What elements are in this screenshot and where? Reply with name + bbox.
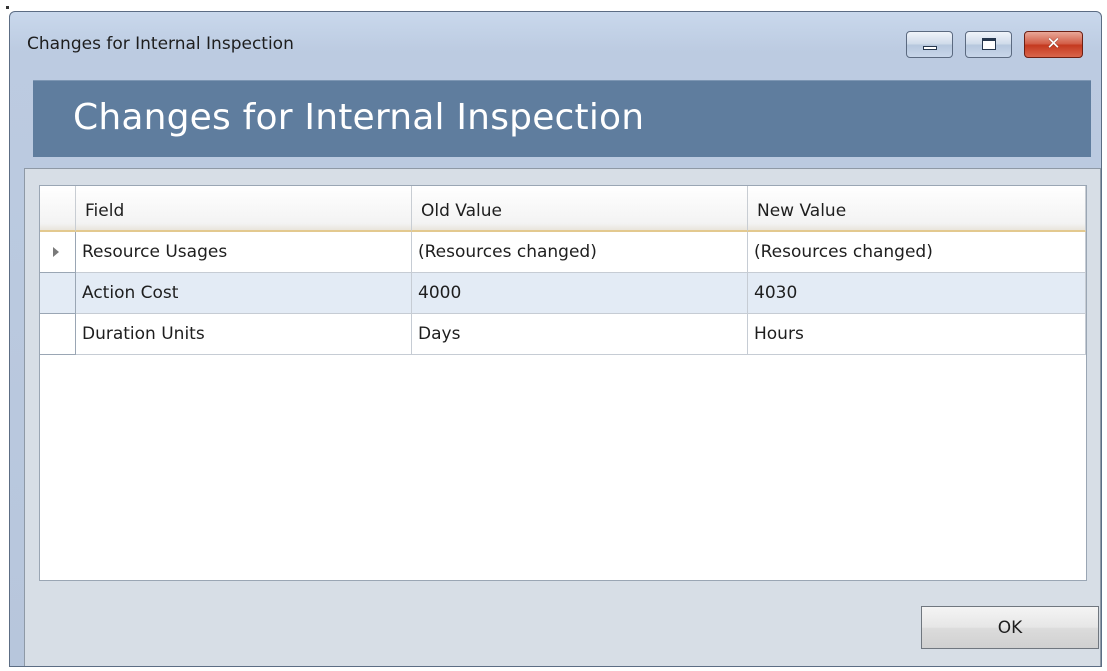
header-banner: Changes for Internal Inspection	[33, 80, 1091, 157]
close-icon: ✕	[1046, 34, 1061, 54]
field-cell[interactable]: Resource Usages	[76, 232, 412, 273]
row-selector[interactable]	[40, 314, 76, 355]
maximize-button[interactable]	[965, 31, 1012, 58]
minimize-button[interactable]	[906, 31, 953, 58]
old-value-cell[interactable]: 4000	[412, 273, 748, 314]
field-cell[interactable]: Action Cost	[76, 273, 412, 314]
old-value-cell[interactable]: (Resources changed)	[412, 232, 748, 273]
column-header-label: Field	[85, 201, 125, 221]
dialog-window: Changes for Internal Inspection ✕ Change…	[9, 11, 1102, 667]
minimize-icon	[923, 46, 937, 50]
row-selector[interactable]	[40, 273, 76, 314]
changes-grid: Field Old Value New Value Resource Usage…	[39, 185, 1087, 581]
column-header-old-value[interactable]: Old Value	[412, 186, 748, 232]
row-selector[interactable]	[40, 232, 76, 273]
window-corner-mark	[6, 6, 9, 9]
new-value-cell[interactable]: 4030	[748, 273, 1086, 314]
column-header-field[interactable]: Field	[76, 186, 412, 232]
table-row[interactable]: Action Cost 4000 4030	[40, 273, 1086, 314]
page-title: Changes for Internal Inspection	[73, 97, 645, 138]
content-panel: Field Old Value New Value Resource Usage…	[24, 168, 1101, 666]
maximize-icon	[982, 38, 996, 50]
close-button[interactable]: ✕	[1024, 31, 1083, 58]
field-cell[interactable]: Duration Units	[76, 314, 412, 355]
table-row[interactable]: Resource Usages (Resources changed) (Res…	[40, 232, 1086, 273]
column-header-label: Old Value	[421, 201, 502, 221]
table-row[interactable]: Duration Units Days Hours	[40, 314, 1086, 355]
current-row-arrow-icon	[53, 247, 59, 257]
column-header-new-value[interactable]: New Value	[748, 186, 1086, 232]
title-bar[interactable]: Changes for Internal Inspection ✕	[10, 12, 1101, 74]
new-value-cell[interactable]: Hours	[748, 314, 1086, 355]
new-value-cell[interactable]: (Resources changed)	[748, 232, 1086, 273]
ok-button[interactable]: OK	[921, 606, 1099, 649]
column-header-label: New Value	[757, 201, 847, 221]
window-title: Changes for Internal Inspection	[27, 34, 294, 54]
row-selector-header	[40, 186, 76, 232]
old-value-cell[interactable]: Days	[412, 314, 748, 355]
